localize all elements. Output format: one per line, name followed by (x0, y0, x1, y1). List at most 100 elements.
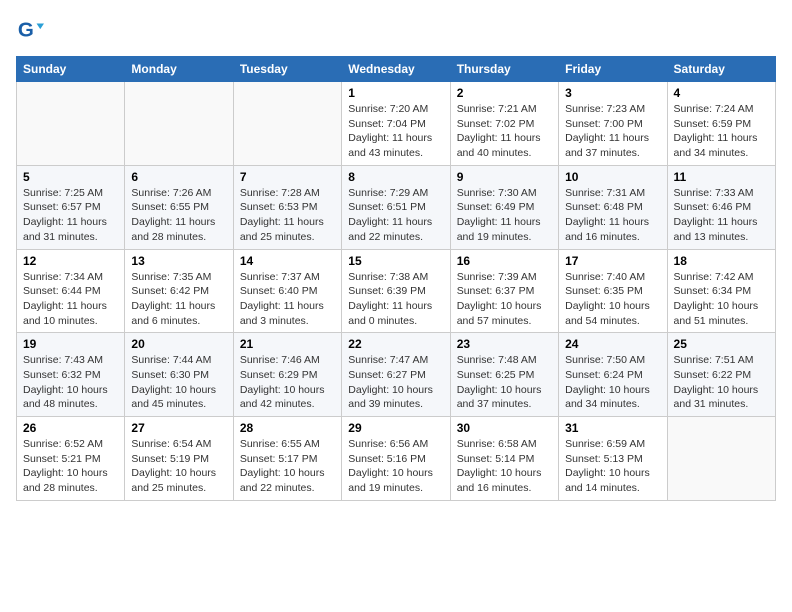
calendar-cell: 26Sunrise: 6:52 AM Sunset: 5:21 PM Dayli… (17, 417, 125, 501)
week-row-2: 5Sunrise: 7:25 AM Sunset: 6:57 PM Daylig… (17, 165, 776, 249)
day-number: 2 (457, 86, 552, 100)
day-number: 19 (23, 337, 118, 351)
calendar-cell: 10 Sunrise: 7:31 AM Sunset: 6:48 PM Dayli… (559, 165, 667, 249)
day-info: Sunrise: 6:52 AM Sunset: 5:21 PM Dayligh… (23, 437, 118, 496)
calendar-cell: 1Sunrise: 7:20 AM Sunset: 7:04 PM Daylig… (342, 82, 450, 166)
day-number: 18 (674, 254, 769, 268)
calendar-cell: 24 Sunrise: 7:50 AM Sunset: 6:24 PM Dayli… (559, 333, 667, 417)
day-number: 15 (348, 254, 443, 268)
day-number: 5 (23, 170, 118, 184)
day-info: Sunrise: 6:58 AM Sunset: 5:14 PM Dayligh… (457, 437, 552, 496)
day-info: Sunrise: 7:28 AM Sunset: 6:53 PM Dayligh… (240, 186, 335, 245)
col-header-saturday: Saturday (667, 57, 775, 82)
calendar-cell: 16 Sunrise: 7:39 AM Sunset: 6:37 PM Dayli… (450, 249, 558, 333)
day-number: 6 (131, 170, 226, 184)
calendar-cell: 12 Sunrise: 7:34 AM Sunset: 6:44 PM Dayli… (17, 249, 125, 333)
day-info: Sunrise: 7:34 AM Sunset: 6:44 PM Dayligh… (23, 270, 118, 329)
day-number: 7 (240, 170, 335, 184)
calendar-cell (125, 82, 233, 166)
calendar-cell: 30 Sunrise: 6:58 AM Sunset: 5:14 PM Dayli… (450, 417, 558, 501)
col-header-sunday: Sunday (17, 57, 125, 82)
calendar-cell: 25 Sunrise: 7:51 AM Sunset: 6:22 PM Dayli… (667, 333, 775, 417)
day-number: 11 (674, 170, 769, 184)
calendar-cell: 29Sunrise: 6:56 AM Sunset: 5:16 PM Dayli… (342, 417, 450, 501)
day-info: Sunrise: 6:59 AM Sunset: 5:13 PM Dayligh… (565, 437, 660, 496)
col-header-monday: Monday (125, 57, 233, 82)
day-info: Sunrise: 7:29 AM Sunset: 6:51 PM Dayligh… (348, 186, 443, 245)
logo-icon: G (16, 16, 44, 44)
day-number: 22 (348, 337, 443, 351)
day-info: Sunrise: 7:51 AM Sunset: 6:22 PM Dayligh… (674, 353, 769, 412)
day-info: Sunrise: 7:47 AM Sunset: 6:27 PM Dayligh… (348, 353, 443, 412)
col-header-tuesday: Tuesday (233, 57, 341, 82)
day-number: 14 (240, 254, 335, 268)
col-header-wednesday: Wednesday (342, 57, 450, 82)
day-info: Sunrise: 7:33 AM Sunset: 6:46 PM Dayligh… (674, 186, 769, 245)
calendar-cell: 9 Sunrise: 7:30 AM Sunset: 6:49 PM Daylig… (450, 165, 558, 249)
calendar-table: SundayMondayTuesdayWednesdayThursdayFrid… (16, 56, 776, 501)
svg-text:G: G (18, 19, 34, 42)
day-number: 30 (457, 421, 552, 435)
day-info: Sunrise: 6:55 AM Sunset: 5:17 PM Dayligh… (240, 437, 335, 496)
calendar-cell: 2 Sunrise: 7:21 AM Sunset: 7:02 PM Daylig… (450, 82, 558, 166)
calendar-cell (17, 82, 125, 166)
day-number: 9 (457, 170, 552, 184)
calendar-cell (667, 417, 775, 501)
day-info: Sunrise: 7:44 AM Sunset: 6:30 PM Dayligh… (131, 353, 226, 412)
day-info: Sunrise: 7:35 AM Sunset: 6:42 PM Dayligh… (131, 270, 226, 329)
day-info: Sunrise: 6:54 AM Sunset: 5:19 PM Dayligh… (131, 437, 226, 496)
day-number: 1 (348, 86, 443, 100)
day-number: 21 (240, 337, 335, 351)
col-header-thursday: Thursday (450, 57, 558, 82)
day-info: Sunrise: 7:37 AM Sunset: 6:40 PM Dayligh… (240, 270, 335, 329)
calendar-cell (233, 82, 341, 166)
calendar-cell: 14 Sunrise: 7:37 AM Sunset: 6:40 PM Dayli… (233, 249, 341, 333)
day-number: 3 (565, 86, 660, 100)
calendar-cell: 4Sunrise: 7:24 AM Sunset: 6:59 PM Daylig… (667, 82, 775, 166)
page-header: G (16, 16, 776, 44)
day-info: Sunrise: 7:43 AM Sunset: 6:32 PM Dayligh… (23, 353, 118, 412)
calendar-cell: 6 Sunrise: 7:26 AM Sunset: 6:55 PM Daylig… (125, 165, 233, 249)
day-number: 10 (565, 170, 660, 184)
day-info: Sunrise: 7:31 AM Sunset: 6:48 PM Dayligh… (565, 186, 660, 245)
calendar-cell: 8 Sunrise: 7:29 AM Sunset: 6:51 PM Daylig… (342, 165, 450, 249)
week-row-3: 12 Sunrise: 7:34 AM Sunset: 6:44 PM Dayli… (17, 249, 776, 333)
day-number: 28 (240, 421, 335, 435)
day-number: 25 (674, 337, 769, 351)
day-info: Sunrise: 7:39 AM Sunset: 6:37 PM Dayligh… (457, 270, 552, 329)
day-number: 16 (457, 254, 552, 268)
week-row-1: 1Sunrise: 7:20 AM Sunset: 7:04 PM Daylig… (17, 82, 776, 166)
calendar-cell: 21 Sunrise: 7:46 AM Sunset: 6:29 PM Dayli… (233, 333, 341, 417)
calendar-cell: 22 Sunrise: 7:47 AM Sunset: 6:27 PM Dayli… (342, 333, 450, 417)
day-info: Sunrise: 7:21 AM Sunset: 7:02 PM Dayligh… (457, 102, 552, 161)
day-info: Sunrise: 7:30 AM Sunset: 6:49 PM Dayligh… (457, 186, 552, 245)
col-header-friday: Friday (559, 57, 667, 82)
day-info: Sunrise: 7:40 AM Sunset: 6:35 PM Dayligh… (565, 270, 660, 329)
day-info: Sunrise: 7:26 AM Sunset: 6:55 PM Dayligh… (131, 186, 226, 245)
day-info: Sunrise: 7:50 AM Sunset: 6:24 PM Dayligh… (565, 353, 660, 412)
day-number: 20 (131, 337, 226, 351)
day-info: Sunrise: 7:23 AM Sunset: 7:00 PM Dayligh… (565, 102, 660, 161)
day-number: 12 (23, 254, 118, 268)
calendar-cell: 27 Sunrise: 6:54 AM Sunset: 5:19 PM Dayli… (125, 417, 233, 501)
week-row-5: 26Sunrise: 6:52 AM Sunset: 5:21 PM Dayli… (17, 417, 776, 501)
day-number: 13 (131, 254, 226, 268)
calendar-cell: 7 Sunrise: 7:28 AM Sunset: 6:53 PM Daylig… (233, 165, 341, 249)
calendar-cell: 28 Sunrise: 6:55 AM Sunset: 5:17 PM Dayli… (233, 417, 341, 501)
calendar-cell: 3 Sunrise: 7:23 AM Sunset: 7:00 PM Daylig… (559, 82, 667, 166)
calendar-cell: 5Sunrise: 7:25 AM Sunset: 6:57 PM Daylig… (17, 165, 125, 249)
day-info: Sunrise: 6:56 AM Sunset: 5:16 PM Dayligh… (348, 437, 443, 496)
day-number: 31 (565, 421, 660, 435)
day-info: Sunrise: 7:46 AM Sunset: 6:29 PM Dayligh… (240, 353, 335, 412)
day-info: Sunrise: 7:38 AM Sunset: 6:39 PM Dayligh… (348, 270, 443, 329)
calendar-cell: 15 Sunrise: 7:38 AM Sunset: 6:39 PM Dayli… (342, 249, 450, 333)
day-info: Sunrise: 7:24 AM Sunset: 6:59 PM Dayligh… (674, 102, 769, 161)
day-number: 27 (131, 421, 226, 435)
calendar-cell: 17Sunrise: 7:40 AM Sunset: 6:35 PM Dayli… (559, 249, 667, 333)
day-number: 8 (348, 170, 443, 184)
calendar-cell: 19 Sunrise: 7:43 AM Sunset: 6:32 PM Dayli… (17, 333, 125, 417)
week-row-4: 19 Sunrise: 7:43 AM Sunset: 6:32 PM Dayli… (17, 333, 776, 417)
day-number: 24 (565, 337, 660, 351)
day-info: Sunrise: 7:48 AM Sunset: 6:25 PM Dayligh… (457, 353, 552, 412)
calendar-cell: 13 Sunrise: 7:35 AM Sunset: 6:42 PM Dayli… (125, 249, 233, 333)
